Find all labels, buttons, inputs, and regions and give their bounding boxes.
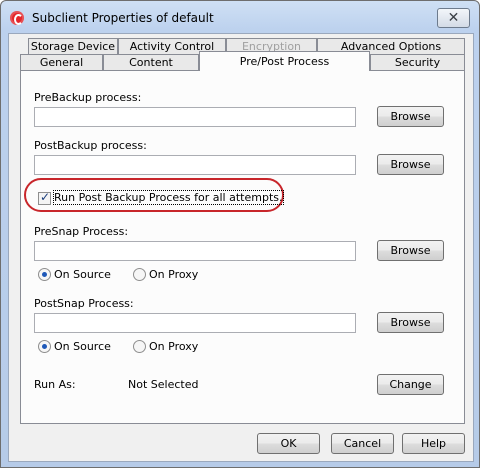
- postsnap-on-proxy-radio[interactable]: [133, 340, 146, 353]
- presnap-browse-button[interactable]: Browse: [377, 240, 444, 261]
- postsnap-on-source-label[interactable]: On Source: [54, 340, 111, 353]
- presnap-on-proxy-label[interactable]: On Proxy: [149, 268, 198, 281]
- run-as-label: Run As:: [34, 378, 76, 391]
- run-post-all-attempts-label[interactable]: Run Post Backup Process for all attempts…: [53, 190, 284, 205]
- prebackup-browse-button[interactable]: Browse: [377, 106, 444, 127]
- postbackup-input[interactable]: [34, 155, 356, 175]
- change-run-as-button[interactable]: Change: [377, 374, 444, 395]
- form-layer: PreBackup process: Browse PostBackup pro…: [0, 0, 480, 468]
- presnap-on-source-label[interactable]: On Source: [54, 268, 111, 281]
- cancel-button[interactable]: Cancel: [331, 433, 394, 454]
- postbackup-browse-button[interactable]: Browse: [377, 154, 444, 175]
- ok-button[interactable]: OK: [257, 433, 320, 454]
- prebackup-label: PreBackup process:: [34, 91, 142, 104]
- presnap-on-proxy-radio[interactable]: [133, 268, 146, 281]
- postsnap-label: PostSnap Process:: [34, 297, 134, 310]
- run-as-value: Not Selected: [128, 378, 199, 391]
- prebackup-input[interactable]: [34, 107, 356, 127]
- presnap-on-source-radio[interactable]: [38, 268, 51, 281]
- postsnap-on-source-radio[interactable]: [38, 340, 51, 353]
- run-post-all-attempts-checkbox[interactable]: [38, 190, 51, 205]
- postsnap-browse-button[interactable]: Browse: [377, 312, 444, 333]
- presnap-label: PreSnap Process:: [34, 225, 129, 238]
- help-button[interactable]: Help: [402, 433, 465, 454]
- postbackup-label: PostBackup process:: [34, 139, 147, 152]
- postsnap-on-proxy-label[interactable]: On Proxy: [149, 340, 198, 353]
- postsnap-input[interactable]: [34, 313, 356, 333]
- presnap-input[interactable]: [34, 241, 356, 261]
